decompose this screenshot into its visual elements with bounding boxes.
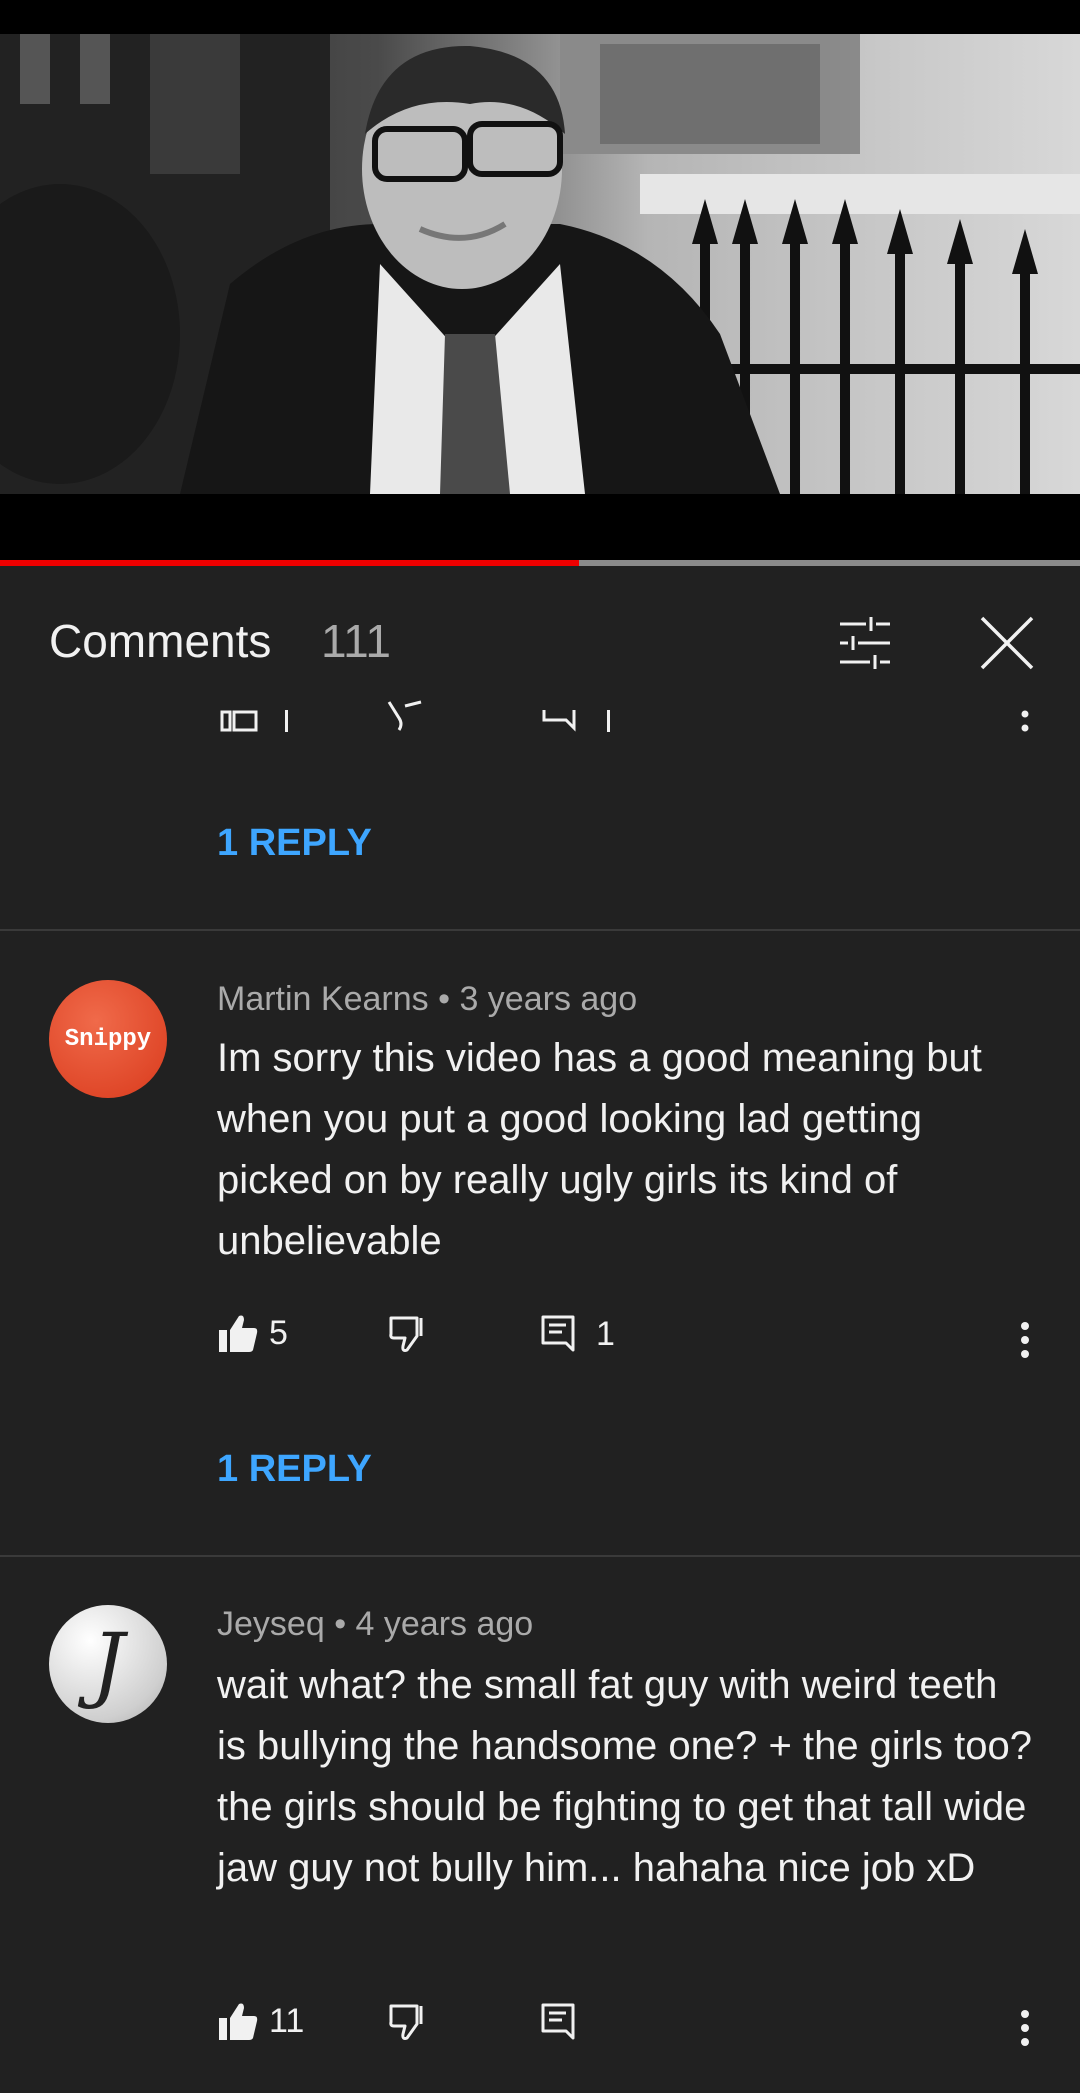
comments-list[interactable]: 1 REPLY Snippy Martin Kearns • 3 years a…: [0, 700, 1080, 2093]
thumbs-up-icon: [219, 2003, 258, 2040]
sliders-icon: [840, 617, 890, 669]
reply-button[interactable]: [540, 2002, 576, 2042]
comments-panel-header: Comments 111: [0, 566, 1080, 706]
meta-separator: •: [334, 1605, 347, 1643]
comment-author[interactable]: Jeyseq: [217, 1605, 325, 1643]
dislike-button[interactable]: [387, 2002, 427, 2042]
thumbs-down-icon: [387, 700, 422, 731]
comment-icon: [542, 710, 576, 732]
comments-title: Comments: [49, 615, 272, 667]
more-vertical-icon[interactable]: [1010, 2006, 1040, 2066]
partial-count-mark: [285, 710, 288, 732]
avatar[interactable]: J: [49, 1605, 167, 1723]
comment-icon: [541, 1315, 575, 1352]
status-bar: [0, 0, 1080, 34]
meta-separator: •: [438, 980, 450, 1018]
comment-text: Im sorry this video has a good meaning b…: [217, 1036, 982, 1263]
reply-count: 1: [596, 1314, 615, 1353]
comment-divider: [0, 1555, 1080, 1557]
avatar-logo-text: J: [91, 1616, 125, 1712]
dislike-button[interactable]: [387, 1314, 427, 1354]
like-count: 5: [269, 1313, 288, 1352]
avatar-logo-text: Snippy: [64, 1025, 152, 1053]
video-frame-image: [0, 34, 1080, 494]
comment-author[interactable]: Martin Kearns: [217, 980, 429, 1018]
video-player[interactable]: [0, 34, 1080, 494]
like-count: 11: [269, 2001, 305, 2040]
thumbs-down-icon: [389, 2004, 423, 2040]
comment-icon: [541, 2003, 575, 2040]
more-vertical-icon[interactable]: [1020, 708, 1030, 732]
thumbs-down-icon: [389, 1316, 423, 1352]
comment-time[interactable]: 3 years ago: [459, 980, 637, 1018]
comment-text: wait what? the small fat guy with weird …: [217, 1663, 1032, 1890]
thumbs-up-icon: [219, 1315, 258, 1352]
partial-action-row: [0, 700, 1080, 732]
sort-filter-button[interactable]: [830, 608, 900, 678]
comment-divider: [0, 929, 1080, 931]
like-button[interactable]: 11: [217, 2000, 304, 2042]
comment-meta: Martin Kearns • 3 years ago: [217, 980, 637, 1019]
like-button[interactable]: 5: [217, 1312, 288, 1354]
video-letterbox: [0, 494, 1080, 560]
comments-count: 111: [321, 615, 391, 667]
comment-time[interactable]: 4 years ago: [356, 1605, 534, 1643]
view-replies-link[interactable]: 1 REPLY: [217, 1448, 372, 1491]
more-vertical-icon[interactable]: [1010, 1318, 1040, 1378]
comment-meta: Jeyseq • 4 years ago: [217, 1605, 533, 1644]
close-button[interactable]: [972, 608, 1042, 678]
reply-button[interactable]: 1: [540, 1314, 615, 1354]
avatar[interactable]: Snippy: [49, 980, 167, 1098]
partial-count-mark: [607, 710, 610, 732]
close-icon: [980, 616, 1034, 670]
thumbs-up-icon: [220, 710, 258, 732]
view-replies-link[interactable]: 1 REPLY: [217, 822, 372, 865]
